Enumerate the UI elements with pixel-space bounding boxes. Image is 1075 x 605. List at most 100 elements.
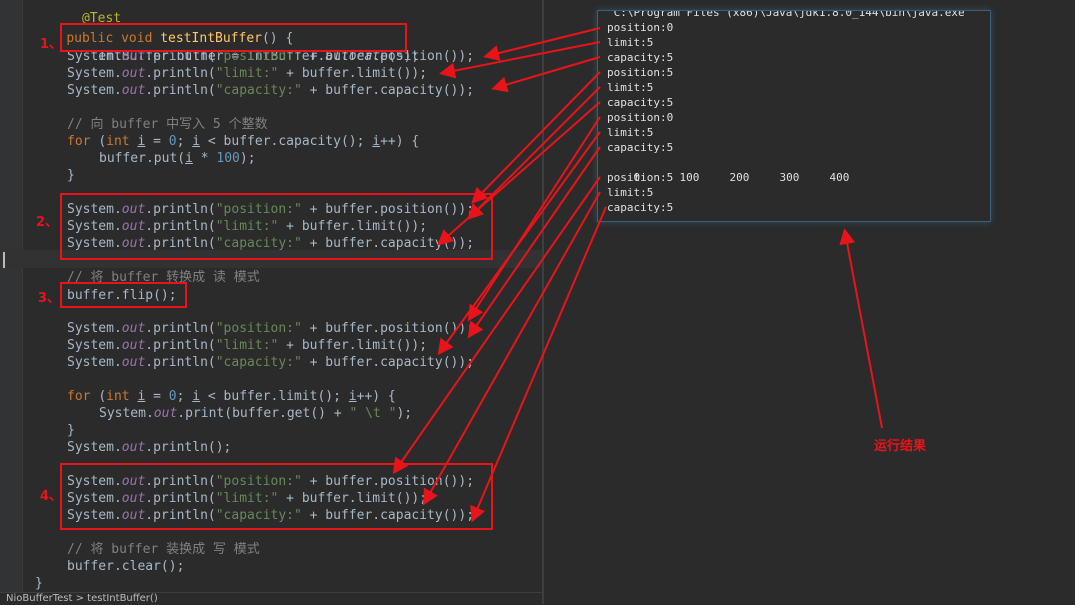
number-literal: 0 (168, 134, 177, 149)
code-text: * (192, 151, 217, 166)
console-line: limit:5 (607, 81, 654, 94)
field: out (121, 355, 146, 370)
code-editor[interactable]: @Test public void testIntBuffer() { IntB… (0, 0, 1075, 605)
code-text: .println( (145, 83, 216, 98)
code-line-close-brace[interactable]: } (67, 167, 75, 184)
number-literal: 100 (216, 151, 240, 166)
field: out (153, 406, 178, 421)
line-gutter[interactable] (0, 0, 23, 604)
step-marker-2: 2、 (36, 215, 59, 230)
code-text: + buffer.capacity()); (301, 355, 475, 370)
text-caret (3, 252, 5, 268)
console-line: position:5 (607, 171, 674, 184)
field: out (121, 83, 146, 98)
console-line: capacity:5 (607, 51, 674, 64)
console-line: position:0 (607, 111, 674, 124)
code-text: buffer.put( (99, 151, 186, 166)
highlight-box-1 (60, 23, 407, 52)
code-line-annotation[interactable]: @Test (35, 0, 121, 26)
code-text: ++) { (356, 389, 396, 404)
code-text: System. (67, 440, 122, 455)
code-text: System. (67, 338, 122, 353)
code-text: + buffer.position()); (301, 321, 475, 336)
variable: i (192, 389, 201, 404)
code-text: ; (176, 389, 193, 404)
console-line: position:5 (607, 66, 674, 79)
code-line-comment[interactable]: // 将 buffer 装换成 写 模式 (67, 541, 260, 558)
field: out (121, 66, 146, 81)
number-literal: 0 (168, 389, 177, 404)
highlight-box-2 (60, 193, 493, 260)
keyword: int (106, 134, 138, 149)
run-console[interactable]: "C:\Program Files (x86)\Java\jdk1.8.0_14… (597, 10, 991, 222)
code-text: = (145, 389, 169, 404)
code-line-for-loop[interactable]: for (int i = 0; i < buffer.limit(); i++)… (67, 388, 396, 405)
console-line: position:0 (607, 21, 674, 34)
field: out (121, 440, 146, 455)
code-line-print-limit[interactable]: System.out.println("limit:" + buffer.lim… (67, 337, 427, 354)
code-line-for-loop[interactable]: for (int i = 0; i < buffer.capacity(); i… (67, 133, 419, 150)
string-literal: "limit:" (215, 66, 279, 81)
code-line-put[interactable]: buffer.put(i * 100); (99, 150, 256, 167)
variable: i (192, 134, 201, 149)
field: out (121, 321, 146, 336)
console-value: 300 (779, 171, 800, 184)
variable: i (185, 151, 193, 166)
code-text: ( (98, 389, 107, 404)
code-line-print-capacity[interactable]: System.out.println("capacity:" + buffer.… (67, 354, 474, 371)
field: out (121, 338, 146, 353)
console-value: 400 (829, 171, 850, 184)
code-text: ; (176, 134, 193, 149)
step-marker-3: 3、 (38, 291, 61, 306)
code-text: ++) { (380, 134, 420, 149)
string-literal: "capacity:" (215, 355, 302, 370)
code-text: .println( (145, 321, 216, 336)
code-line-close-brace[interactable]: } (35, 575, 43, 592)
code-line-print-limit[interactable]: System.out.println("limit:" + buffer.lim… (67, 65, 427, 82)
code-line-print-capacity[interactable]: System.out.println("capacity:" + buffer.… (67, 82, 474, 99)
console-values-row: 0 100 200 300 400 (607, 155, 880, 184)
console-line: limit:5 (607, 186, 654, 199)
code-line-comment[interactable]: // 向 buffer 中写入 5 个整数 (67, 116, 268, 133)
code-text: ( (98, 134, 107, 149)
keyword: for (67, 134, 99, 149)
result-label: 运行结果 (874, 439, 927, 454)
variable: i (372, 134, 381, 149)
code-text: .println(); (145, 440, 232, 455)
console-line: limit:5 (607, 36, 654, 49)
code-text: = (145, 134, 169, 149)
console-value: 100 (679, 171, 700, 184)
code-text: .println( (145, 355, 216, 370)
console-header: "C:\Program Files (x86)\Java\jdk1.8.0_14… (607, 10, 972, 19)
string-literal: "position:" (215, 321, 302, 336)
console-line: capacity:5 (607, 141, 674, 154)
code-text: + buffer.limit()); (278, 66, 428, 81)
variable: i (348, 389, 357, 404)
code-text: < buffer.limit(); (200, 389, 349, 404)
code-line-close-brace[interactable]: } (67, 422, 75, 439)
code-text: .println( (145, 338, 216, 353)
breadcrumb[interactable]: NioBufferTest > testIntBuffer() (0, 592, 548, 605)
keyword: int (106, 389, 138, 404)
code-text: System. (67, 66, 122, 81)
string-literal: "capacity:" (215, 83, 302, 98)
code-text: < buffer.capacity(); (200, 134, 373, 149)
code-line-print-position[interactable]: System.out.println("position:" + buffer.… (67, 320, 474, 337)
code-line-print-get[interactable]: System.out.print(buffer.get() + " \t "); (99, 405, 412, 422)
code-text: + buffer.limit()); (278, 338, 428, 353)
keyword: for (67, 389, 99, 404)
code-line-println[interactable]: System.out.println(); (67, 439, 231, 456)
highlight-box-4 (60, 463, 493, 530)
console-line: capacity:5 (607, 96, 674, 109)
code-text: .println( (145, 66, 216, 81)
code-text: + buffer.capacity()); (301, 83, 475, 98)
console-line: capacity:5 (607, 201, 674, 214)
code-text: System. (67, 321, 122, 336)
code-line-clear[interactable]: buffer.clear(); (67, 558, 184, 575)
code-text: System. (99, 406, 154, 421)
code-text: ); (396, 406, 413, 421)
string-literal: "limit:" (215, 338, 279, 353)
code-text: System. (67, 355, 122, 370)
step-marker-4: 4、 (40, 489, 63, 504)
code-text: System. (67, 83, 122, 98)
